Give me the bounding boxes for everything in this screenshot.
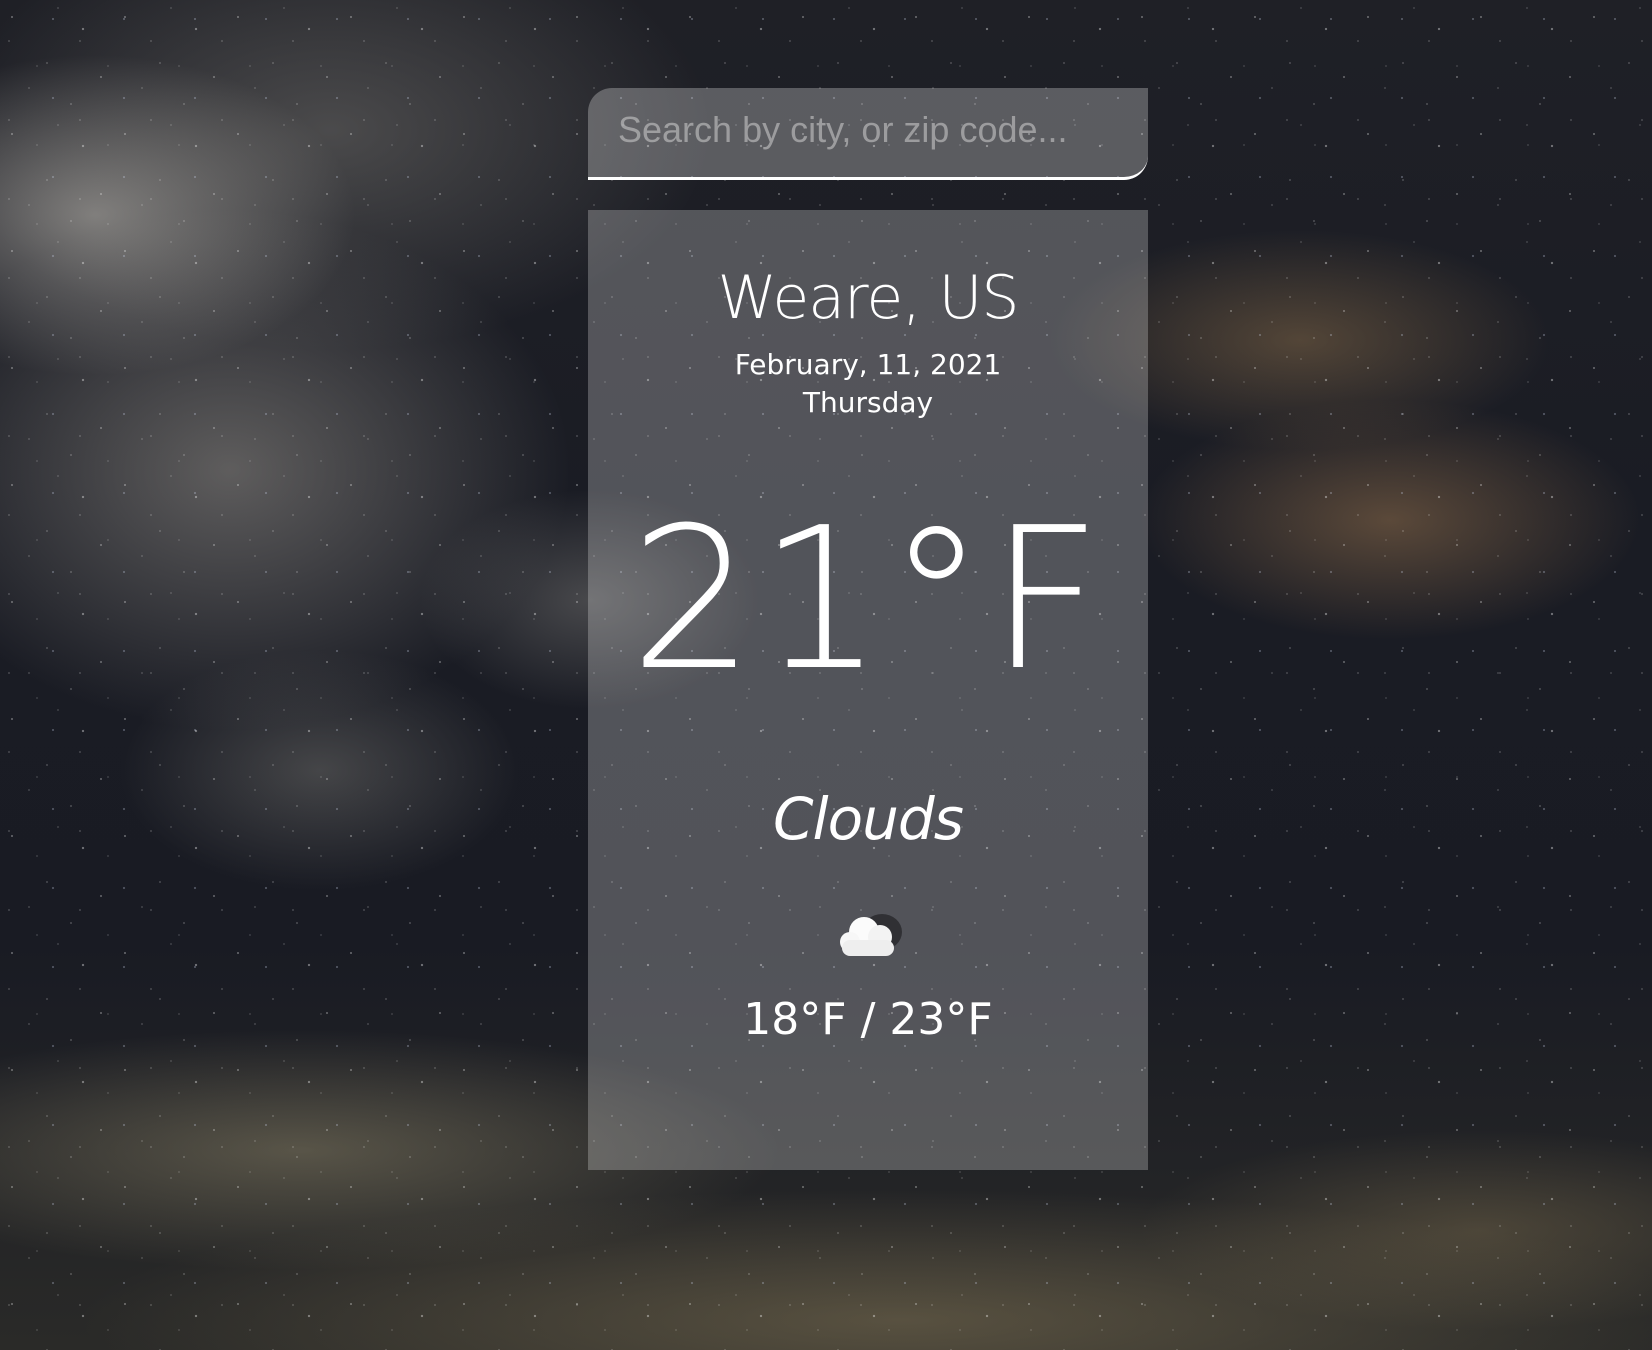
location-name: Weare, US (717, 263, 1020, 333)
cloud-icon (830, 906, 910, 964)
weather-card: Weare, US February, 11, 2021 Thursday 21… (588, 210, 1148, 1170)
search-input[interactable] (618, 104, 1108, 156)
current-day: Thursday (802, 386, 934, 419)
current-temperature: 21°F (629, 486, 1107, 714)
high-low-temperature: 18°F / 23°F (743, 994, 993, 1045)
current-date: February, 11, 2021 (734, 348, 1002, 381)
weather-condition: Clouds (773, 785, 964, 853)
search-bar (588, 88, 1148, 180)
